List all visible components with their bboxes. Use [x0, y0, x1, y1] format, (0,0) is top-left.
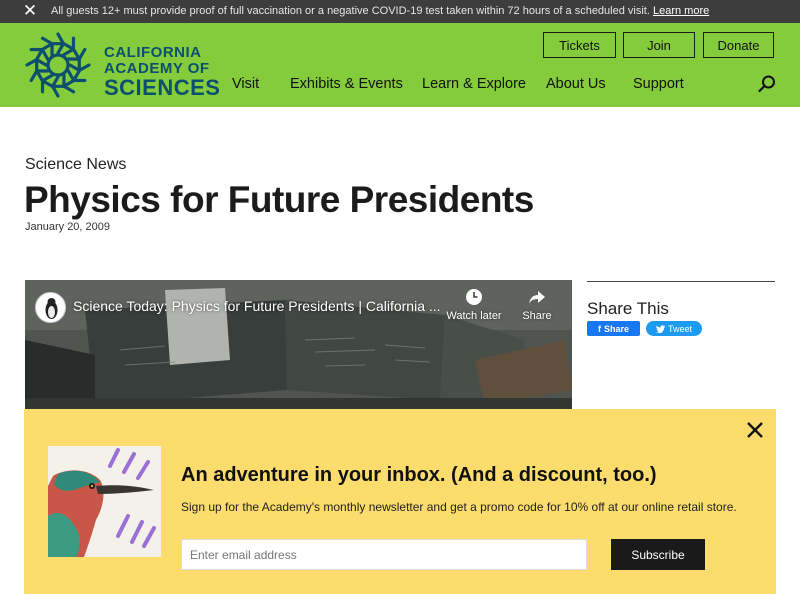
share-heading: Share This [587, 299, 669, 318]
newsletter-subtext: Sign up for the Academy's monthly newsle… [181, 500, 737, 514]
facebook-share-label: Share [603, 323, 629, 334]
join-button[interactable]: Join [623, 32, 695, 58]
publish-date: January 20, 2009 [25, 221, 111, 233]
share-divider [587, 281, 775, 282]
video-share-label: Share [522, 310, 552, 322]
subscribe-button[interactable]: Subscribe [611, 539, 705, 570]
close-icon[interactable]: ✕ [22, 1, 38, 21]
logo-line-1: CALIFORNIA [104, 44, 202, 61]
facebook-icon: f [597, 323, 601, 334]
newsletter-heading: An adventure in your inbox. (And a disco… [181, 464, 657, 486]
alert-bar: ✕ All guests 12+ must provide proof of f… [0, 0, 800, 23]
newsletter-popup: An adventure in your inbox. (And a disco… [24, 409, 776, 594]
alert-message-text: All guests 12+ must provide proof of ful… [51, 5, 650, 17]
clock-icon [466, 289, 482, 305]
video-share-button[interactable]: Share [517, 288, 557, 322]
video-title[interactable]: Science Today: Physics for Future Presid… [73, 298, 441, 314]
nav-item-learn-explore[interactable]: Learn & Explore [422, 76, 526, 92]
nav-item-exhibits-events[interactable]: Exhibits & Events [290, 76, 403, 92]
section-eyebrow[interactable]: Science News [25, 156, 126, 174]
search-icon[interactable] [757, 74, 777, 94]
share-arrow-icon [529, 291, 545, 304]
watch-later-button[interactable]: Watch later [446, 288, 502, 322]
academy-logo[interactable]: CALIFORNIA ACADEMY OF SCIENCES [24, 31, 220, 101]
channel-avatar[interactable] [35, 292, 66, 323]
bee-eater-bird-icon [48, 448, 156, 557]
twitter-tweet-label: Tweet [667, 323, 692, 334]
watch-later-label: Watch later [446, 310, 502, 322]
twitter-tweet-button[interactable]: Tweet [646, 321, 702, 336]
page-title: Physics for Future Presidents [24, 179, 534, 220]
site-header: CALIFORNIA ACADEMY OF SCIENCES Tickets J… [0, 23, 800, 107]
logo-line-3: SCIENCES [104, 75, 221, 100]
logo-wordmark: CALIFORNIA ACADEMY OF SCIENCES [104, 45, 220, 99]
nav-item-about-us[interactable]: About Us [546, 76, 606, 92]
twitter-bird-icon [655, 324, 665, 333]
starburst-logo-icon [25, 32, 91, 98]
tickets-button[interactable]: Tickets [543, 32, 616, 58]
nav-item-support[interactable]: Support [633, 76, 684, 92]
alert-message: All guests 12+ must provide proof of ful… [51, 5, 709, 17]
donate-button[interactable]: Donate [703, 32, 774, 58]
facebook-share-button[interactable]: f Share [587, 321, 640, 336]
email-field[interactable] [181, 539, 587, 570]
close-icon[interactable] [744, 419, 766, 441]
nav-item-visit[interactable]: Visit [232, 76, 259, 92]
video-player[interactable]: Science Today: Physics for Future Presid… [25, 280, 572, 415]
newsletter-bird-illustration [48, 446, 161, 557]
learn-more-link[interactable]: Learn more [653, 5, 709, 17]
penguin-icon [45, 298, 58, 319]
